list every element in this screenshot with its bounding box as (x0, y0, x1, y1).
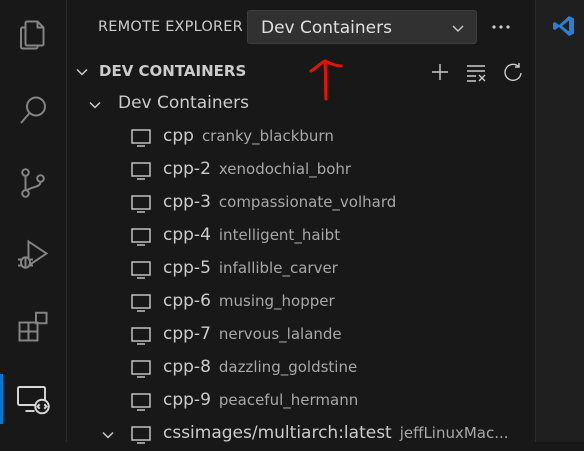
dev-containers-tree: Dev Containers cpp cranky_blackburn cpp-2 x… (67, 88, 535, 451)
container-item-text: cpp-2 xenodochial_bohr (163, 159, 351, 179)
search-icon[interactable] (0, 78, 66, 144)
container-name: cpp-5 (163, 258, 211, 278)
container-item-text: cpp-7 nervous_lalande (163, 324, 342, 344)
chevron-down-icon (452, 25, 464, 32)
sidebar-title: REMOTE EXPLORER (98, 19, 243, 35)
container-name: cpp-9 (163, 390, 211, 410)
container-name: cpp-6 (163, 291, 211, 311)
container-item-text: cpp-5 infallible_carver (163, 258, 338, 278)
tree-item-container[interactable]: cpp cranky_blackburn (67, 121, 535, 154)
tree-item-container[interactable]: cpp-6 musing_hopper (67, 286, 535, 319)
vscode-logo-icon (553, 16, 574, 36)
tree-item-container[interactable]: cpp-3 compassionate_volhard (67, 187, 535, 220)
more-actions-icon[interactable] (489, 18, 513, 36)
container-name: cpp-4 (163, 225, 211, 245)
monitor-icon (131, 228, 151, 246)
monitor-icon (131, 261, 151, 279)
tree-group-dev-containers[interactable]: Dev Containers (67, 88, 535, 121)
container-list: cpp cranky_blackburn cpp-2 xenodochial_bohr… (67, 121, 535, 418)
tree-item-container[interactable]: cpp-2 xenodochial_bohr (67, 154, 535, 187)
container-item-text: cpp cranky_blackburn (163, 126, 334, 146)
clear-all-icon[interactable] (465, 61, 487, 83)
container-description: dazzling_goldstine (218, 358, 358, 376)
container-item-text: cssimages/multiarch:latest jeffLinuxMac..… (163, 423, 509, 443)
editor-area (536, 0, 584, 442)
remote-explorer-icon[interactable] (0, 366, 66, 432)
section-title: DEV CONTAINERS (99, 62, 247, 80)
remote-type-select[interactable]: Dev Containers (247, 10, 477, 44)
chevron-down-icon (89, 101, 101, 109)
container-name: cpp (163, 126, 194, 146)
container-description: intelligent_haibt (218, 226, 341, 244)
sidebar-header: REMOTE EXPLORER Dev Containers (67, 0, 535, 56)
add-icon[interactable] (429, 61, 451, 83)
source-control-icon[interactable] (0, 150, 66, 216)
extensions-icon[interactable] (0, 294, 66, 360)
container-item-text: cpp-3 compassionate_volhard (163, 192, 396, 212)
monitor-icon (131, 360, 151, 378)
tree-item-container[interactable]: cpp-9 peaceful_hermann (67, 385, 535, 418)
container-description: musing_hopper (218, 292, 335, 310)
annotation-arrow-icon (309, 59, 343, 101)
tree-item-container[interactable]: cpp-4 intelligent_haibt (67, 220, 535, 253)
chevron-down-icon (102, 431, 114, 439)
monitor-icon (131, 327, 151, 345)
tree-item-cssimages[interactable]: cssimages/multiarch:latest jeffLinuxMac..… (67, 418, 535, 451)
tree-item-container[interactable]: cpp-7 nervous_lalande (67, 319, 535, 352)
container-name: cpp-7 (163, 324, 211, 344)
remote-type-select-value: Dev Containers (261, 18, 392, 38)
container-name: cpp-3 (163, 192, 211, 212)
monitor-icon (131, 294, 151, 312)
container-item-text: cpp-9 peaceful_hermann (163, 390, 358, 410)
container-name: cssimages/multiarch:latest (163, 423, 392, 443)
container-item-text: cpp-4 intelligent_haibt (163, 225, 340, 245)
tree-group-label: Dev Containers (118, 93, 249, 113)
container-description: cranky_blackburn (201, 127, 334, 145)
monitor-icon (131, 195, 151, 213)
refresh-icon[interactable] (502, 61, 524, 83)
monitor-icon (131, 393, 151, 411)
remote-explorer-sidebar: REMOTE EXPLORER Dev Containers DEV CONTA… (67, 0, 535, 444)
activity-bar (0, 0, 67, 442)
container-description: compassionate_volhard (218, 193, 397, 211)
chevron-down-icon (76, 68, 88, 76)
container-description: nervous_lalande (218, 325, 342, 343)
container-description: peaceful_hermann (218, 391, 359, 409)
tree-item-container[interactable]: cpp-8 dazzling_goldstine (67, 352, 535, 385)
container-description: xenodochial_bohr (218, 160, 352, 178)
monitor-icon (131, 129, 151, 147)
container-item-text: cpp-8 dazzling_goldstine (163, 357, 357, 377)
dev-containers-section-header[interactable]: DEV CONTAINERS (67, 58, 535, 86)
container-item-text: cpp-6 musing_hopper (163, 291, 335, 311)
run-debug-icon[interactable] (0, 222, 66, 288)
tree-item-container[interactable]: cpp-5 infallible_carver (67, 253, 535, 286)
container-name: cpp-2 (163, 159, 211, 179)
monitor-icon (131, 426, 151, 444)
monitor-icon (131, 162, 151, 180)
explorer-icon[interactable] (0, 2, 66, 68)
container-name: cpp-8 (163, 357, 211, 377)
container-description: jeffLinuxMac... (399, 424, 509, 442)
container-description: infallible_carver (218, 259, 338, 277)
